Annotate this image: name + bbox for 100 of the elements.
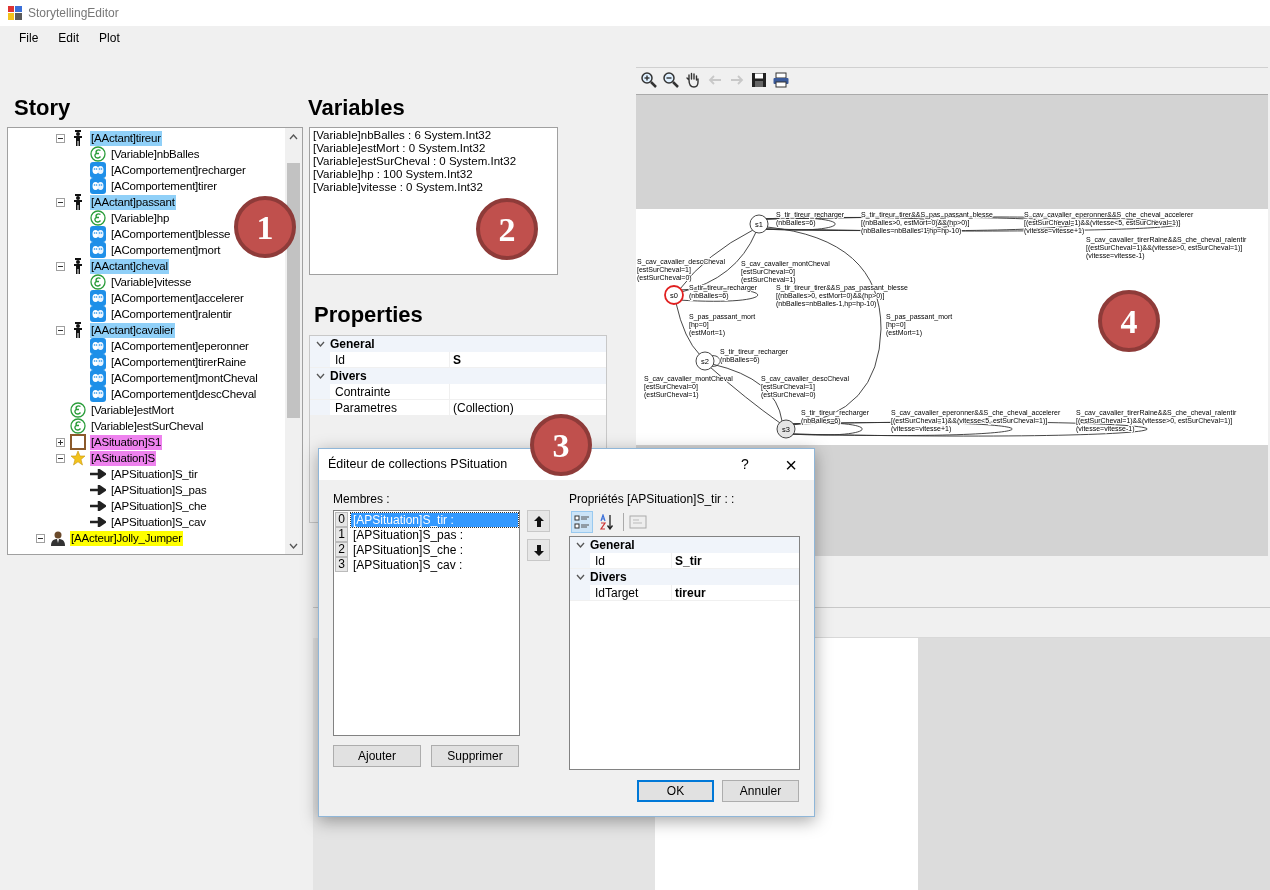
move-up-button[interactable] [527,510,550,532]
epsilon-icon [90,210,106,226]
member-item[interactable]: [APSituation]S_pas : [351,527,518,542]
tree-item[interactable]: [AComportement]recharger [110,162,247,178]
property-value[interactable]: S [450,352,606,367]
category-label: General [330,336,375,353]
member-item[interactable]: [APSituation]S_cav : [351,557,518,572]
tree-item[interactable]: [AComportement]mort [110,242,222,258]
category-row[interactable]: Divers [570,569,799,585]
collapse-icon[interactable] [55,261,65,271]
sort-az-icon[interactable] [599,514,615,530]
tree-item[interactable]: [AComportement]ralentir [110,306,233,322]
close-button[interactable]: × [768,449,814,480]
chevron-down-icon[interactable] [575,574,585,580]
property-value[interactable]: (Collection) [450,400,606,415]
tree-item[interactable]: [AComportement]eperonner [110,338,250,354]
panel-heading: Story [14,94,71,122]
tree-item[interactable]: [ASituation]S1 [90,434,163,450]
person-icon [50,530,66,546]
figure-icon [73,258,83,274]
property-name: Id [330,352,450,367]
tree-item[interactable]: [Variable]estMort [90,402,175,418]
scroll-down-icon[interactable] [289,542,298,549]
tree-item[interactable]: [AComportement]blesse [110,226,232,242]
tree-item[interactable]: [AActeur]Jolly_Jumper [70,530,183,546]
help-button[interactable]: ? [722,449,768,480]
chevron-down-icon[interactable] [315,373,325,379]
collapse-icon[interactable] [55,197,65,207]
collapse-icon[interactable] [55,325,65,335]
tree-item[interactable]: [Variable]vitesse [110,274,193,290]
collapse-icon[interactable] [55,453,65,463]
masks-icon [90,178,106,194]
tree-item[interactable]: [ASituation]S [90,450,156,466]
cancel-button[interactable]: Annuler [722,780,799,802]
variable-line: [Variable]estSurCheval : 0 System.Int32 [313,155,518,168]
collapse-icon[interactable] [55,133,65,143]
tree-item[interactable]: [AComportement]tirer [110,178,218,194]
collapse-icon[interactable] [35,533,45,543]
masks-icon [90,386,106,402]
move-down-button[interactable] [527,539,550,561]
zoom-out-icon[interactable] [662,70,680,89]
ok-button[interactable]: OK [637,780,714,802]
masks-icon [90,242,106,258]
property-row[interactable]: Parametres (Collection) [310,400,606,416]
categorized-icon[interactable] [574,514,590,530]
variable-line: [Variable]vitesse : 0 System.Int32 [313,181,484,194]
index-cell: 0 [335,512,348,527]
tree-item[interactable]: [APSituation]S_che [110,498,208,514]
expand-icon[interactable] [55,437,65,447]
menu-item[interactable]: File [10,29,48,47]
hand-icon[interactable] [684,70,702,89]
masks-icon [90,162,106,178]
tree-item[interactable]: [AComportement]descCheval [110,386,258,402]
dialog-title: Éditeur de collections PSituation [328,455,509,474]
figure-icon [73,194,83,210]
tree-item[interactable]: [AActant]cheval [90,258,169,274]
chevron-down-icon[interactable] [315,341,325,347]
tree-item[interactable]: [AActant]passant [90,194,176,210]
tree-item[interactable]: [APSituation]S_cav [110,514,207,530]
tree-item[interactable]: [AActant]tireur [90,130,162,146]
tree-item[interactable]: [AComportement]accelerer [110,290,245,306]
property-value[interactable]: S_tir [672,553,799,568]
tree-item[interactable]: [AComportement]tirerRaine [110,354,247,370]
property-row[interactable]: IdTarget tireur [570,585,799,601]
property-value[interactable]: tireur [672,585,799,600]
property-row[interactable]: Id S [310,352,606,368]
tree-item[interactable]: [AComportement]montCheval [110,370,259,386]
tree-item[interactable]: [AActant]cavalier [90,322,175,338]
index-cell: 3 [335,557,348,572]
scroll-up-icon[interactable] [289,133,298,140]
add-button[interactable]: Ajouter [333,745,421,767]
category-row[interactable]: General [310,336,606,352]
property-row[interactable]: Contrainte [310,384,606,400]
zoom-in-icon[interactable] [640,70,658,89]
save-icon[interactable] [750,70,768,89]
category-row[interactable]: General [570,537,799,553]
property-row[interactable]: Id S_tir [570,553,799,569]
menu-item[interactable]: Edit [49,29,89,47]
star-icon [70,450,86,466]
masks-icon [90,290,106,306]
menu-item[interactable]: Plot [90,29,129,47]
chevron-down-icon[interactable] [575,542,585,548]
property-name: Contrainte [330,384,450,399]
index-cell: 1 [335,527,348,542]
tree-item[interactable]: [APSituation]S_tir [110,466,199,482]
tree-item[interactable]: [Variable]estSurCheval [90,418,205,434]
property-name: IdTarget [590,585,672,600]
index-cell: 2 [335,542,348,557]
remove-button[interactable]: Supprimer [431,745,519,767]
properties-label: Propriétés [APSituation]S_tir : : [569,491,736,508]
tree-item[interactable]: [Variable]nbBalles [110,146,201,162]
tree-item[interactable]: [Variable]hp [110,210,171,226]
category-row[interactable]: Divers [310,368,606,384]
members-label: Membres : [333,491,391,508]
down-arrow-icon [533,544,544,556]
tree-item[interactable]: [APSituation]S_pas [110,482,208,498]
scrollbar[interactable] [285,128,302,554]
member-item[interactable]: [APSituation]S_che : [351,542,518,557]
masks-icon [90,338,106,354]
print-icon[interactable] [772,70,790,89]
